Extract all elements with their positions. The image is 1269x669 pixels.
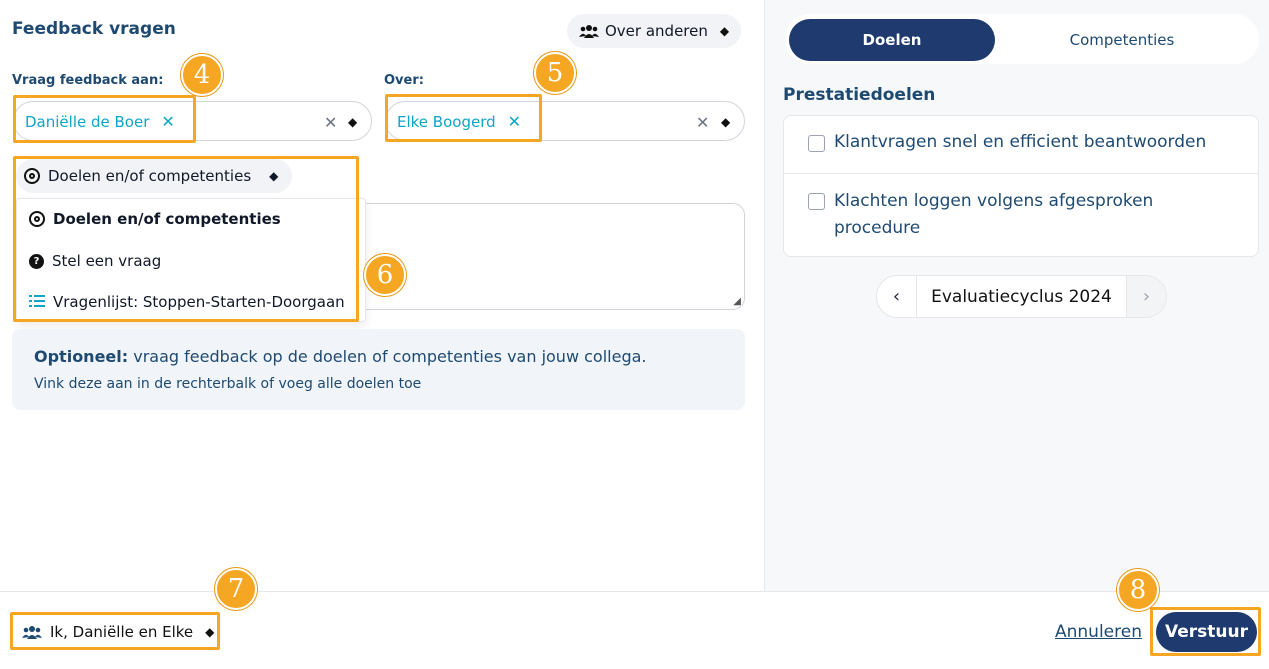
feedback-textarea[interactable]: ◢ [364, 203, 745, 310]
step-badge: 4 [181, 54, 223, 96]
chevron-left-icon[interactable]: ‹ [877, 276, 916, 317]
remove-chip-icon[interactable]: ✕ [161, 112, 174, 131]
sort-icon: ◆ [205, 625, 215, 639]
mode-select[interactable]: Over anderen ◆ [567, 14, 742, 48]
goal-item[interactable]: Klantvragen snel en efficient beantwoord… [784, 116, 1258, 173]
sort-icon: ◆ [719, 24, 730, 38]
goal-label: Klachten loggen volgens afgesproken proc… [834, 191, 1154, 238]
ask-recipient-name: Daniëlle de Boer [25, 112, 150, 131]
send-button[interactable]: Verstuur [1156, 612, 1257, 652]
sort-icon: ◆ [721, 115, 731, 129]
clear-icon[interactable]: ✕ [324, 113, 337, 132]
tab-competencies[interactable]: Competenties [1017, 19, 1227, 61]
question-icon: ? [29, 253, 44, 269]
about-subject-chip: Elke Boogerd ✕ [397, 112, 521, 131]
step-badge: 6 [364, 254, 406, 296]
clear-icon[interactable]: ✕ [696, 113, 709, 132]
page-title: Feedback vragen [12, 19, 176, 39]
feedback-type-dropdown: Doelen en/of competenties ? Stel een vra… [16, 198, 366, 322]
dropdown-option-questionnaire[interactable]: Vragenlijst: Stoppen-Starten-Doorgaan [29, 293, 345, 311]
step-badge: 5 [534, 52, 576, 94]
goal-item[interactable]: Klachten loggen volgens afgesproken proc… [784, 173, 1258, 258]
remove-chip-icon[interactable]: ✕ [508, 112, 521, 131]
sort-icon: ◆ [269, 169, 279, 183]
feedback-type-select[interactable]: Doelen en/of competenties ◆ [16, 159, 292, 193]
goal-list: Klantvragen snel en efficient beantwoord… [783, 115, 1259, 257]
step-badge: 8 [1117, 569, 1159, 611]
info-box: Optioneel: vraag feedback op de doelen o… [12, 329, 745, 410]
section-title: Prestatiedoelen [783, 85, 936, 105]
dropdown-option-goals[interactable]: Doelen en/of competenties [29, 210, 281, 228]
goal-checkbox[interactable] [808, 135, 825, 152]
step-badge: 7 [215, 568, 257, 610]
footer-bar: Ik, Daniëlle en Elke ◆ Annuleren Verstuu… [0, 591, 1269, 669]
users-icon [22, 625, 42, 639]
goals-sidebar: Doelen Competenties Prestatiedoelen Klan… [764, 0, 1269, 591]
visibility-select[interactable]: Ik, Daniëlle en Elke ◆ [14, 616, 214, 648]
users-icon [579, 24, 599, 38]
feedback-type-value: Doelen en/of competenties [48, 167, 252, 185]
visibility-value: Ik, Daniëlle en Elke [50, 623, 194, 641]
resize-handle-icon[interactable]: ◢ [733, 296, 741, 307]
info-text: Optioneel: vraag feedback op de doelen o… [34, 347, 647, 366]
ask-label: Vraag feedback aan: [12, 73, 164, 88]
sort-icon: ◆ [348, 115, 358, 129]
info-subtext: Vink deze aan in de rechterbalk of voeg … [34, 376, 422, 392]
target-icon [24, 168, 40, 184]
list-icon [29, 293, 45, 311]
cycle-selector: ‹ Evaluatiecyclus 2024 › [876, 275, 1167, 318]
sidebar-tabs: Doelen Competenties [785, 14, 1259, 64]
target-icon [29, 211, 45, 227]
chevron-right-icon[interactable]: › [1127, 276, 1166, 317]
dropdown-option-question[interactable]: ? Stel een vraag [29, 252, 161, 270]
goal-label: Klantvragen snel en efficient beantwoord… [834, 132, 1207, 152]
mode-select-value: Over anderen [605, 22, 708, 40]
about-subject-name: Elke Boogerd [397, 112, 496, 131]
ask-recipient-chip: Daniëlle de Boer ✕ [25, 112, 175, 131]
about-label: Over: [384, 73, 424, 88]
tab-goals[interactable]: Doelen [789, 19, 995, 61]
cycle-label: Evaluatiecyclus 2024 [916, 276, 1127, 317]
goal-checkbox[interactable] [808, 193, 825, 210]
cancel-link[interactable]: Annuleren [1055, 622, 1142, 642]
